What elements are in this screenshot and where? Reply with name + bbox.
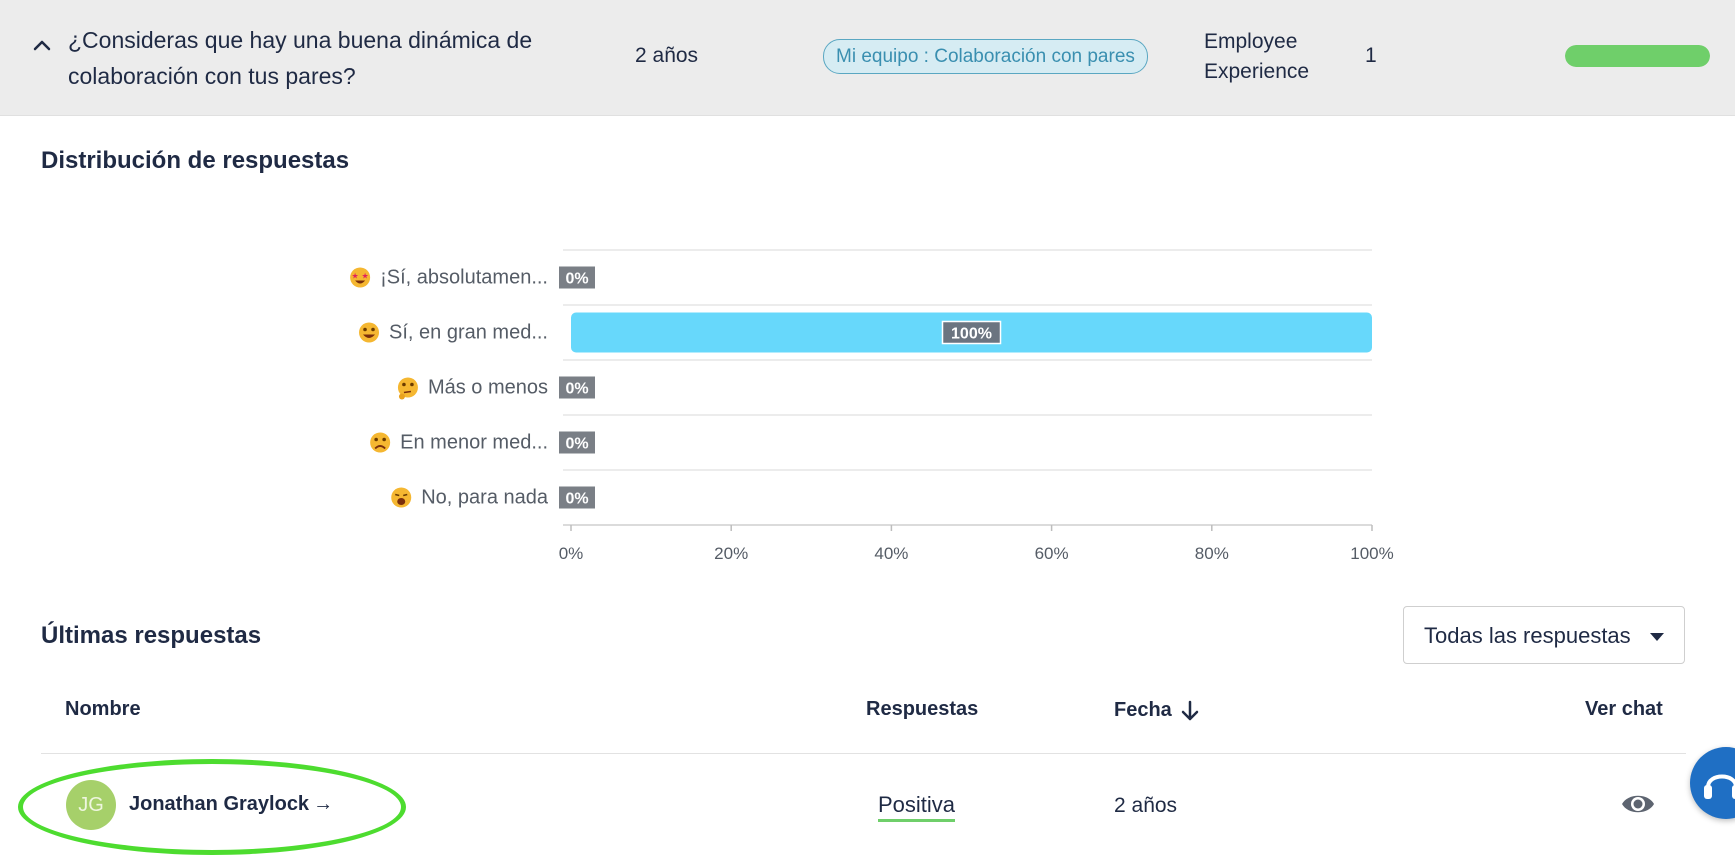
arrow-right-icon: → — [313, 793, 334, 815]
chevron-up-icon[interactable] — [30, 34, 54, 58]
emoji-star-eye: ★ — [352, 272, 359, 281]
distribution-chart: 0% 20% 40% 60% 80% 100% ¡Sí, absolutamen... ★ ★ 0… — [350, 249, 1394, 563]
column-header-date[interactable]: Fecha — [1114, 699, 1200, 722]
response-progress-bar — [1565, 45, 1710, 67]
emoji-eye — [395, 493, 400, 497]
emoji-star-eye: ★ — [362, 272, 369, 281]
emoji-eye — [403, 493, 408, 497]
question-age: 2 años — [635, 44, 699, 67]
response-count: 1 — [1365, 44, 1377, 67]
response-date: 2 años — [1114, 794, 1178, 817]
category-label: No, para nada — [421, 487, 549, 509]
x-tick-label: 80% — [1195, 544, 1229, 563]
filter-label: Todas las respuestas — [1424, 623, 1631, 648]
column-header-answers[interactable]: Respuestas — [866, 698, 978, 721]
data-label: 0% — [565, 271, 588, 288]
user-name-link[interactable]: Jonathan Graylock → — [129, 793, 333, 816]
emoji-eye — [363, 327, 367, 332]
x-tick-label: 40% — [874, 544, 908, 563]
category-label: ¡Sí, absolutamen... — [380, 267, 548, 289]
x-tick-label: 0% — [559, 544, 584, 563]
responses-filter-dropdown[interactable]: Todas las respuestas — [1403, 606, 1685, 664]
user-name: Jonathan Graylock — [129, 793, 310, 815]
category-label: Sí, en gran med... — [389, 322, 548, 344]
headset-icon — [1704, 774, 1735, 799]
avatar: JG — [66, 780, 116, 830]
data-label: 0% — [565, 436, 588, 453]
emoji-eye — [410, 382, 414, 387]
data-label: 0% — [565, 381, 588, 398]
category-label: Más o menos — [428, 377, 548, 399]
category-label: En menor med... — [400, 432, 548, 454]
question-text: ¿Consideras que hay una buena dinámica d… — [68, 27, 533, 89]
distribution-title: Distribución de respuestas — [41, 147, 350, 174]
emoji-eye — [402, 382, 406, 387]
date-header-label: Fecha — [1114, 699, 1172, 721]
question-row[interactable]: ¿Consideras que hay una buena dinámica d… — [0, 0, 1735, 116]
column-header-chat: Ver chat — [1585, 698, 1663, 720]
column-header-name[interactable]: Nombre — [65, 698, 141, 721]
emoji-mouth — [403, 390, 412, 394]
answer-sentiment: Positiva — [878, 792, 956, 822]
emoji-eye — [382, 437, 386, 442]
emoji-hand — [398, 393, 405, 400]
frowning-emoji — [370, 432, 391, 453]
eye-icon[interactable] — [1620, 790, 1656, 818]
support-chat-button[interactable] — [1690, 747, 1735, 819]
progress-fill — [1565, 45, 1710, 67]
x-tick-label: 100% — [1350, 544, 1393, 563]
sort-down-arrow-icon[interactable] — [1180, 700, 1200, 722]
x-tick-label: 60% — [1035, 544, 1069, 563]
grinning-emoji — [359, 322, 380, 343]
emoji-eye — [371, 327, 375, 332]
data-label: 100% — [951, 326, 992, 343]
emoji-eye — [374, 437, 378, 442]
latest-responses-title: Últimas respuestas — [41, 622, 262, 649]
emoji-mouth — [397, 498, 406, 505]
data-label: 0% — [565, 491, 588, 508]
table-divider — [41, 753, 1686, 754]
caret-down-icon — [1650, 633, 1664, 641]
question-tag: Mi equipo : Colaboración con pares — [823, 39, 1148, 74]
question-category: Employee Experience — [1204, 30, 1310, 83]
x-tick-label: 20% — [714, 544, 748, 563]
